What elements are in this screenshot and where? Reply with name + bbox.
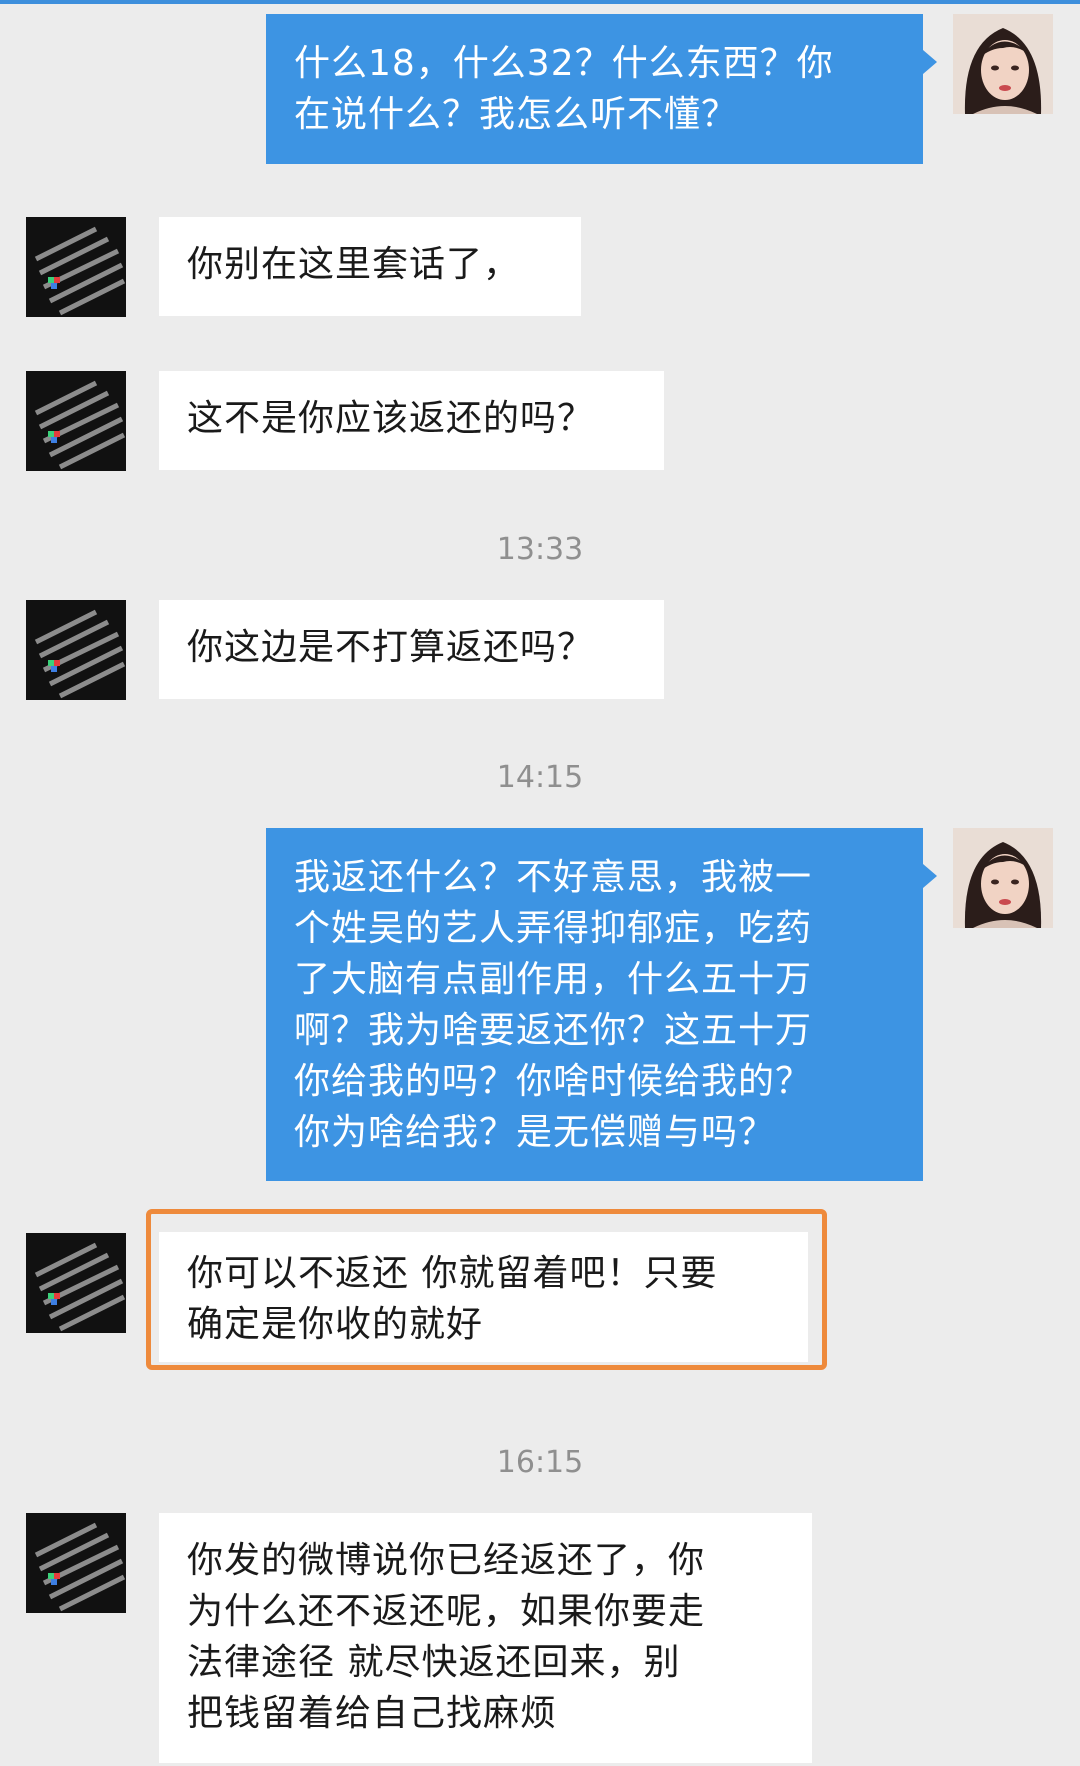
message-text-line: 这不是你应该返还的吗？ xyxy=(187,398,595,439)
contact-avatar-other[interactable] xyxy=(26,1233,126,1333)
message-bubble-incoming[interactable]: 你这边是不打算返还吗？ xyxy=(159,600,664,699)
message-text-line: 在说什么？我怎么听不懂？ xyxy=(294,94,739,135)
message-text-line: 你发的微博说你已经返还了，你 xyxy=(187,1540,706,1581)
message-text-line: 为什么还不返还呢，如果你要走 xyxy=(187,1591,706,1632)
message-bubble-incoming[interactable]: 这不是你应该返还的吗？ xyxy=(159,371,664,470)
message-text-line: 法律途径 就尽快返还回来，别 xyxy=(187,1642,681,1683)
message-text-line: 你为啥给我？是无偿赠与吗？ xyxy=(294,1112,776,1153)
contact-avatar-other[interactable] xyxy=(26,600,126,700)
message-text-line: 你给我的吗？你啥时候给我的？ xyxy=(294,1061,813,1102)
message-text-line: 了大脑有点副作用，什么五十万 xyxy=(294,959,813,1000)
contact-avatar-other[interactable] xyxy=(26,1513,126,1613)
bubble-tail xyxy=(923,50,937,74)
message-text-line: 我返还什么？不好意思，我被一 xyxy=(294,857,813,898)
top-accent-line xyxy=(0,0,1080,4)
message-text-line: 你这边是不打算返还吗？ xyxy=(187,627,595,668)
message-bubble-incoming[interactable]: 你别在这里套话了， xyxy=(159,217,581,316)
contact-avatar-other[interactable] xyxy=(26,371,126,471)
timestamp: 13:33 xyxy=(496,532,584,567)
contact-avatar-self[interactable] xyxy=(953,828,1053,928)
message-text-line: 你别在这里套话了， xyxy=(187,244,521,285)
message-text-line: 啊？我为啥要返还你？这五十万 xyxy=(294,1010,813,1051)
message-bubble-incoming[interactable]: 你发的微博说你已经返还了，你 为什么还不返还呢，如果你要走 法律途径 就尽快返还… xyxy=(159,1513,812,1763)
message-bubble-outgoing[interactable]: 什么18，什么32？什么东西？你 在说什么？我怎么听不懂？ xyxy=(266,14,923,164)
bubble-tail xyxy=(923,864,937,888)
message-bubble-outgoing[interactable]: 我返还什么？不好意思，我被一 个姓吴的艺人弄得抑郁症，吃药 了大脑有点副作用，什… xyxy=(266,828,923,1181)
message-text-line: 什么18，什么32？什么东西？你 xyxy=(294,43,834,84)
timestamp: 14:15 xyxy=(496,760,584,795)
contact-avatar-self[interactable] xyxy=(953,14,1053,114)
message-text-line: 个姓吴的艺人弄得抑郁症，吃药 xyxy=(294,908,813,949)
timestamp: 16:15 xyxy=(496,1445,584,1480)
highlight-box xyxy=(146,1209,827,1370)
contact-avatar-other[interactable] xyxy=(26,217,126,317)
message-text-line: 把钱留着给自己找麻烦 xyxy=(187,1693,558,1734)
